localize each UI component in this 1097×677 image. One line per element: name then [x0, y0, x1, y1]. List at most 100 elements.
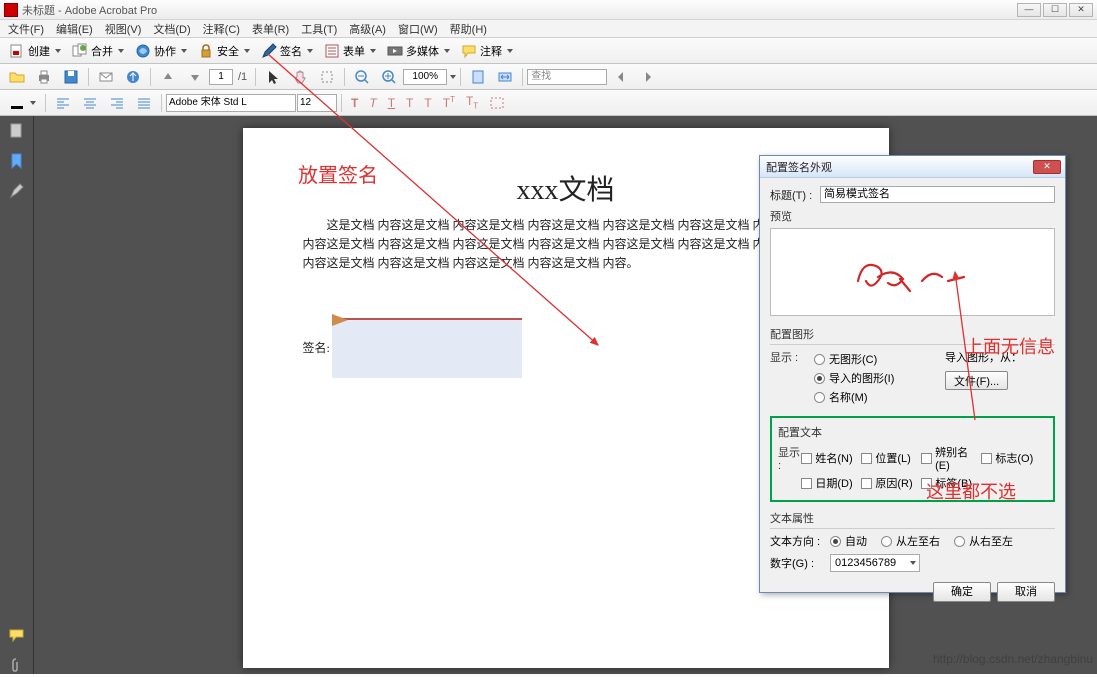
search-next[interactable]: [635, 67, 661, 87]
align-left-button[interactable]: [50, 93, 76, 113]
comments-panel-icon[interactable]: [8, 626, 26, 644]
upload-button[interactable]: [120, 67, 146, 87]
text6-button[interactable]: TT: [438, 93, 460, 113]
secure-label: 安全: [217, 43, 239, 59]
menu-window[interactable]: 窗口(W): [394, 21, 442, 37]
save-icon: [63, 69, 79, 85]
dir-ltr-label: 从左至右: [896, 533, 940, 549]
search-prev[interactable]: [608, 67, 634, 87]
arrow-up-icon: [160, 69, 176, 85]
digits-select[interactable]: 0123456789: [830, 554, 920, 572]
fit-width-button[interactable]: [492, 67, 518, 87]
attachments-panel-icon[interactable]: [8, 656, 26, 674]
menu-document[interactable]: 文档(D): [149, 21, 194, 37]
text8-button[interactable]: [484, 93, 510, 113]
signatures-panel-icon[interactable]: [8, 182, 26, 200]
save-button[interactable]: [58, 67, 84, 87]
dialog-title: 配置签名外观: [764, 159, 1033, 175]
bookmarks-panel-icon[interactable]: [8, 152, 26, 170]
form-button[interactable]: 表单: [319, 41, 381, 61]
media-button[interactable]: 多媒体: [382, 41, 455, 61]
chk-dn[interactable]: [921, 453, 932, 464]
secure-button[interactable]: 安全: [193, 41, 255, 61]
radio-name-label: 名称(M): [829, 389, 868, 405]
maximize-button[interactable]: ☐: [1043, 3, 1067, 17]
hand-tool[interactable]: [287, 67, 313, 87]
select-tool[interactable]: [260, 67, 286, 87]
signature-field[interactable]: [332, 318, 522, 378]
align-right-button[interactable]: [104, 93, 130, 113]
font-size-select[interactable]: 12: [297, 94, 337, 112]
menu-forms[interactable]: 表单(R): [248, 21, 293, 37]
combine-button[interactable]: 合并: [67, 41, 129, 61]
title-input[interactable]: 简易模式签名: [820, 186, 1055, 203]
zoom-in-button[interactable]: [376, 67, 402, 87]
toolbar-file-nav: 1 /1 100% 查找: [0, 64, 1097, 90]
collab-button[interactable]: 协作: [130, 41, 192, 61]
chk-logo[interactable]: [981, 453, 992, 464]
next-page-button[interactable]: [182, 67, 208, 87]
chk-name[interactable]: [801, 453, 812, 464]
zoom-dropdown[interactable]: [450, 75, 456, 79]
text7-button[interactable]: TT: [461, 93, 483, 113]
marquee-tool[interactable]: [314, 67, 340, 87]
zoom-out-button[interactable]: [349, 67, 375, 87]
open-button[interactable]: [4, 67, 30, 87]
print-button[interactable]: [31, 67, 57, 87]
font-select[interactable]: Adobe 宋体 Std L: [166, 94, 296, 112]
menu-tools[interactable]: 工具(T): [297, 21, 341, 37]
comment-button[interactable]: 注释: [456, 41, 518, 61]
collab-label: 协作: [154, 43, 176, 59]
text-color-button[interactable]: [4, 93, 41, 113]
menu-comments[interactable]: 注释(C): [199, 21, 244, 37]
form-icon: [324, 43, 340, 59]
pen-icon: [261, 43, 277, 59]
comment-label: 注释: [480, 43, 502, 59]
radio-dir-auto[interactable]: [830, 536, 841, 547]
chk-date[interactable]: [801, 478, 812, 489]
align-center-button[interactable]: [77, 93, 103, 113]
dialog-title-bar[interactable]: 配置签名外观 ✕: [760, 156, 1065, 178]
radio-dir-ltr[interactable]: [881, 536, 892, 547]
menu-view[interactable]: 视图(V): [101, 21, 146, 37]
text5-button[interactable]: T: [419, 93, 436, 113]
sign-button[interactable]: 签名: [256, 41, 318, 61]
radio-none[interactable]: [814, 354, 825, 365]
radio-import[interactable]: [814, 373, 825, 384]
text4-button[interactable]: T: [401, 93, 418, 113]
close-button[interactable]: ✕: [1069, 3, 1093, 17]
text2-button[interactable]: T: [364, 93, 381, 113]
pages-panel-icon[interactable]: [8, 122, 26, 140]
text3-button[interactable]: T: [383, 93, 400, 113]
text1-button[interactable]: T: [346, 93, 363, 113]
fit-page-button[interactable]: [465, 67, 491, 87]
prev-page-button[interactable]: [155, 67, 181, 87]
chk-location[interactable]: [861, 453, 872, 464]
menu-advanced[interactable]: 高级(A): [345, 21, 390, 37]
create-button[interactable]: 创建: [4, 41, 66, 61]
textprop-group-title: 文本属性: [770, 510, 1055, 529]
cancel-button[interactable]: 取消: [997, 582, 1055, 602]
folder-icon: [9, 69, 25, 85]
menu-edit[interactable]: 编辑(E): [52, 21, 97, 37]
text-tu-icon: T: [388, 96, 395, 110]
page-number-input[interactable]: 1: [209, 69, 233, 85]
radio-dir-rtl[interactable]: [954, 536, 965, 547]
text-group-title: 配置文本: [778, 424, 1047, 440]
minimize-button[interactable]: —: [1017, 3, 1041, 17]
nav-sidebar: [0, 116, 34, 674]
zoom-out-icon: [354, 69, 370, 85]
menu-help[interactable]: 帮助(H): [446, 21, 491, 37]
dialog-close-button[interactable]: ✕: [1033, 160, 1061, 174]
align-justify-button[interactable]: [131, 93, 157, 113]
chk-reason[interactable]: [861, 478, 872, 489]
ok-button[interactable]: 确定: [933, 582, 991, 602]
search-input[interactable]: 查找: [527, 69, 607, 85]
file-button[interactable]: 文件(F)...: [945, 371, 1008, 390]
zoom-input[interactable]: 100%: [403, 69, 447, 85]
radio-none-label: 无图形(C): [829, 351, 877, 367]
menu-file[interactable]: 文件(F): [4, 21, 48, 37]
text-box-icon: [489, 95, 505, 111]
email-button[interactable]: [93, 67, 119, 87]
radio-name[interactable]: [814, 392, 825, 403]
